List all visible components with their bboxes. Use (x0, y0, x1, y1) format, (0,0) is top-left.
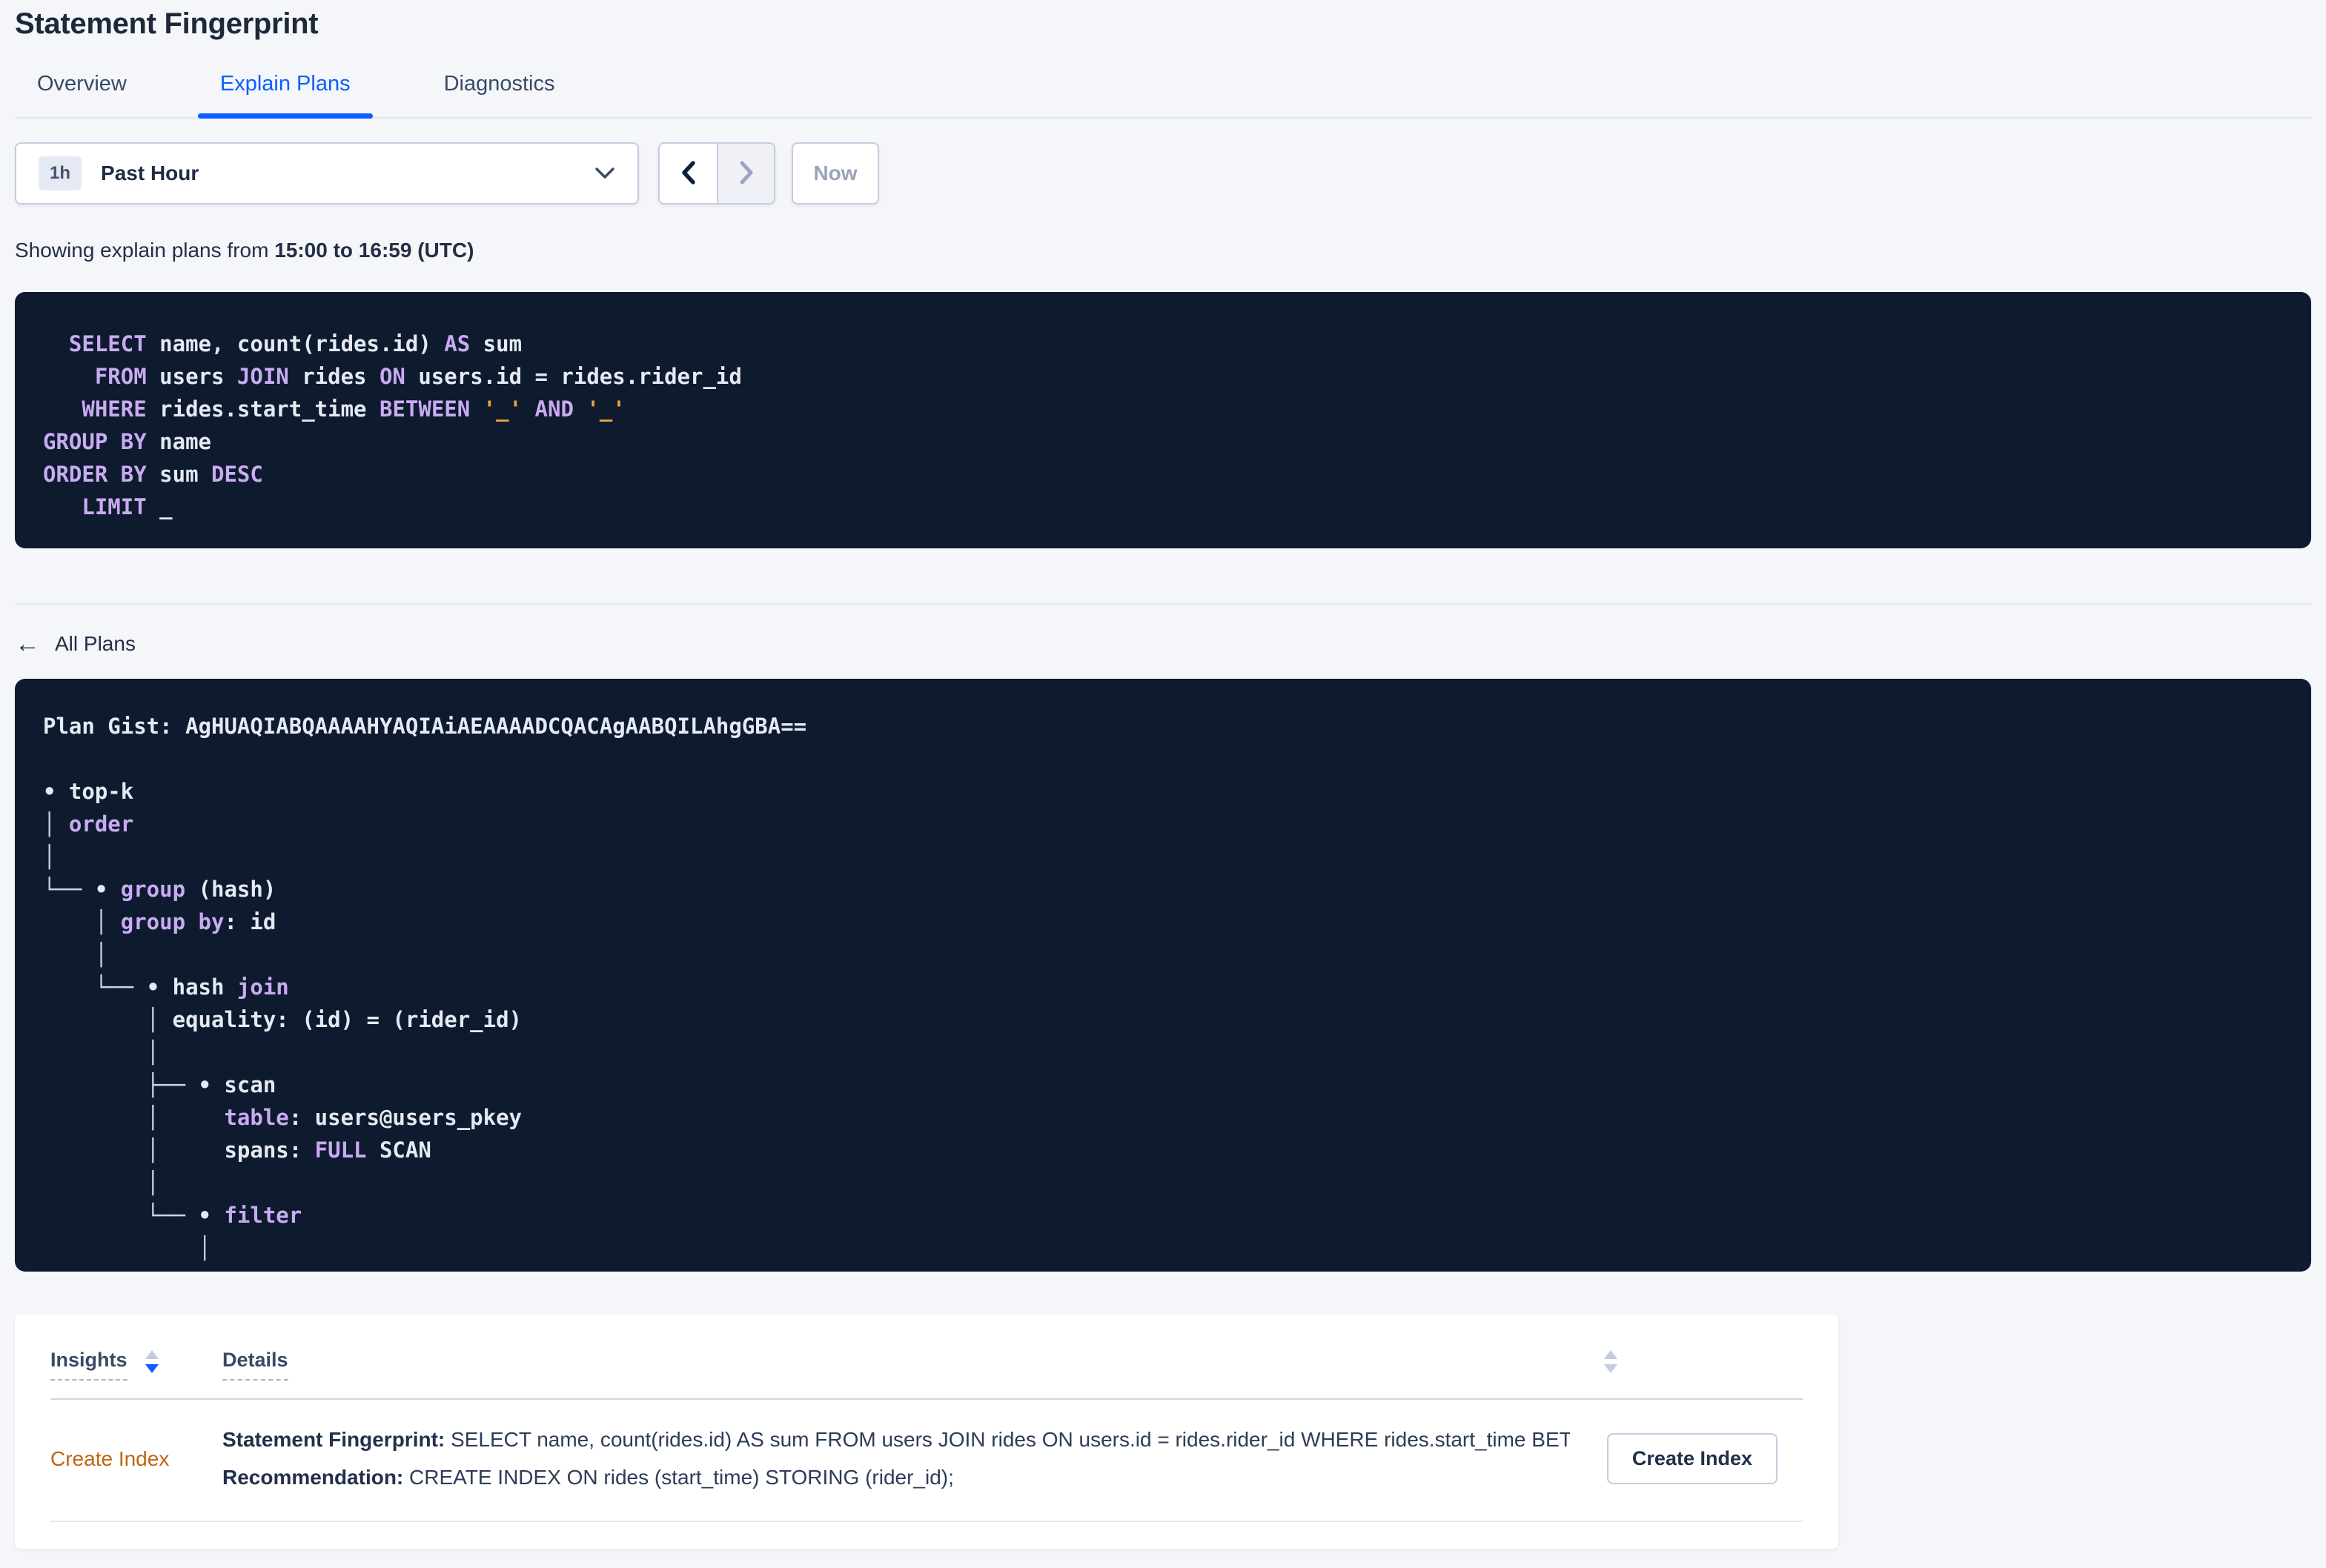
next-interval-button[interactable] (717, 144, 774, 203)
create-index-button[interactable]: Create Index (1606, 1433, 1777, 1484)
code-line: │ equality: (id) = (rider_id) (43, 1007, 523, 1032)
fingerprint-text: SELECT name, count(rides.id) AS sum FROM… (451, 1428, 1570, 1451)
code-line: SELECT name, count(rides.id) AS sum (68, 331, 523, 356)
sql-statement-panel: SELECT name, count(rides.id) AS sum FROM… (15, 292, 2311, 548)
column-header-insights[interactable]: Insights (50, 1349, 222, 1381)
code-line: FROM users JOIN rides ON users.id = ride… (94, 364, 742, 389)
code-line: │ (43, 1040, 160, 1065)
sort-arrows-icon[interactable] (145, 1350, 159, 1373)
code-line: │ group by: id (43, 909, 276, 934)
sort-asc-icon (145, 1350, 159, 1359)
code-line: └── • hash join (43, 974, 289, 1000)
page-title: Statement Fingerprint (15, 7, 319, 40)
chevron-down-icon (594, 167, 615, 180)
code-line: │ (43, 1235, 211, 1260)
all-plans-label: All Plans (55, 632, 136, 655)
sort-asc-icon (1604, 1350, 1617, 1359)
time-range-badge: 1h (39, 156, 82, 190)
code-line: │ (43, 942, 108, 967)
card-footer-spacer (50, 1522, 1803, 1549)
insights-header-label: Insights (50, 1349, 127, 1381)
tab-bar: Overview Explain Plans Diagnostics (15, 72, 2311, 119)
plan-gist-label: Plan Gist: (43, 714, 186, 739)
statement-fingerprint-page: Statement Fingerprint Overview Explain P… (0, 7, 2326, 1549)
code-line: │ (43, 1170, 160, 1195)
tab-diagnostics[interactable]: Diagnostics (422, 72, 577, 117)
code-line: └── • filter (43, 1203, 302, 1228)
code-line: ORDER BY sum DESC (43, 462, 263, 487)
sort-arrows-icon[interactable] (1604, 1350, 1617, 1373)
arrow-left-icon: ← (15, 630, 40, 658)
tab-overview[interactable]: Overview (15, 72, 149, 117)
now-button[interactable]: Now (792, 142, 879, 205)
recommendation-text: CREATE INDEX ON rides (start_time) STORI… (409, 1466, 954, 1489)
statement-fingerprint-line: Statement Fingerprint: SELECT name, coun… (222, 1426, 1570, 1453)
code-line: │ table: users@users_pkey (43, 1105, 523, 1130)
insight-details-cell: Statement Fingerprint: SELECT name, coun… (222, 1426, 1607, 1491)
insights-table-card: Insights Details Create Index Statement … (15, 1315, 1838, 1549)
section-divider (15, 603, 2311, 605)
plan-gist-line: Plan Gist: AgHUAQIABQAAAAHYAQIAiAEAAAADC… (43, 710, 2283, 743)
code-line: • top-k (43, 779, 134, 804)
table-row: Create Index Statement Fingerprint: SELE… (50, 1400, 1803, 1522)
code-line: │ order (43, 811, 134, 837)
fingerprint-label: Statement Fingerprint: (222, 1428, 451, 1451)
recommendation-label: Recommendation: (222, 1466, 410, 1489)
column-header-details[interactable]: Details (222, 1349, 288, 1381)
details-header-label: Details (222, 1349, 288, 1381)
time-nav-control (658, 142, 775, 205)
previous-interval-button[interactable] (660, 144, 717, 203)
showing-prefix: Showing explain plans from (15, 239, 275, 262)
code-line: │ spans: FULL SCAN (43, 1137, 431, 1163)
code-line: ├── • scan (43, 1072, 276, 1097)
sort-desc-icon (145, 1364, 159, 1373)
recommendation-line: Recommendation: CREATE INDEX ON rides (s… (222, 1464, 1570, 1491)
plan-tree: • top-k │ order │ └── • group (hash) │ grou… (43, 775, 2283, 1264)
code-line: GROUP BY name (43, 429, 211, 454)
showing-range: 15:00 to 16:59 (UTC) (274, 239, 474, 262)
showing-explain-plans-text: Showing explain plans from 15:00 to 16:5… (15, 239, 2311, 262)
all-plans-link[interactable]: ← All Plans (15, 631, 136, 657)
code-line: WHERE rides.start_time BETWEEN '_' AND '… (82, 396, 626, 422)
chevron-right-icon (738, 160, 755, 187)
code-line: └── • group (hash) (43, 877, 276, 902)
code-line: LIMIT _ (82, 494, 173, 519)
plan-gist-panel: Plan Gist: AgHUAQIABQAAAAHYAQIAiAEAAAADC… (15, 679, 2311, 1272)
code-line: │ (43, 844, 56, 869)
time-picker-row: 1h Past Hour Now (15, 142, 2311, 205)
chevron-left-icon (680, 160, 697, 187)
insights-table-header: Insights Details (50, 1315, 1803, 1400)
insight-action-cell: Create Index (1606, 1433, 1777, 1484)
insight-type-link[interactable]: Create Index (50, 1447, 222, 1471)
sort-desc-icon (1604, 1364, 1617, 1373)
plan-gist-value: AgHUAQIABQAAAAHYAQIAiAEAAAADCQACAgAABQIL… (185, 714, 807, 739)
sql-statement-code: SELECT name, count(rides.id) AS sum FROM… (43, 328, 2283, 523)
time-range-label: Past Hour (101, 162, 199, 185)
tab-explain-plans[interactable]: Explain Plans (197, 72, 373, 119)
time-interval-select[interactable]: 1h Past Hour (15, 142, 639, 205)
